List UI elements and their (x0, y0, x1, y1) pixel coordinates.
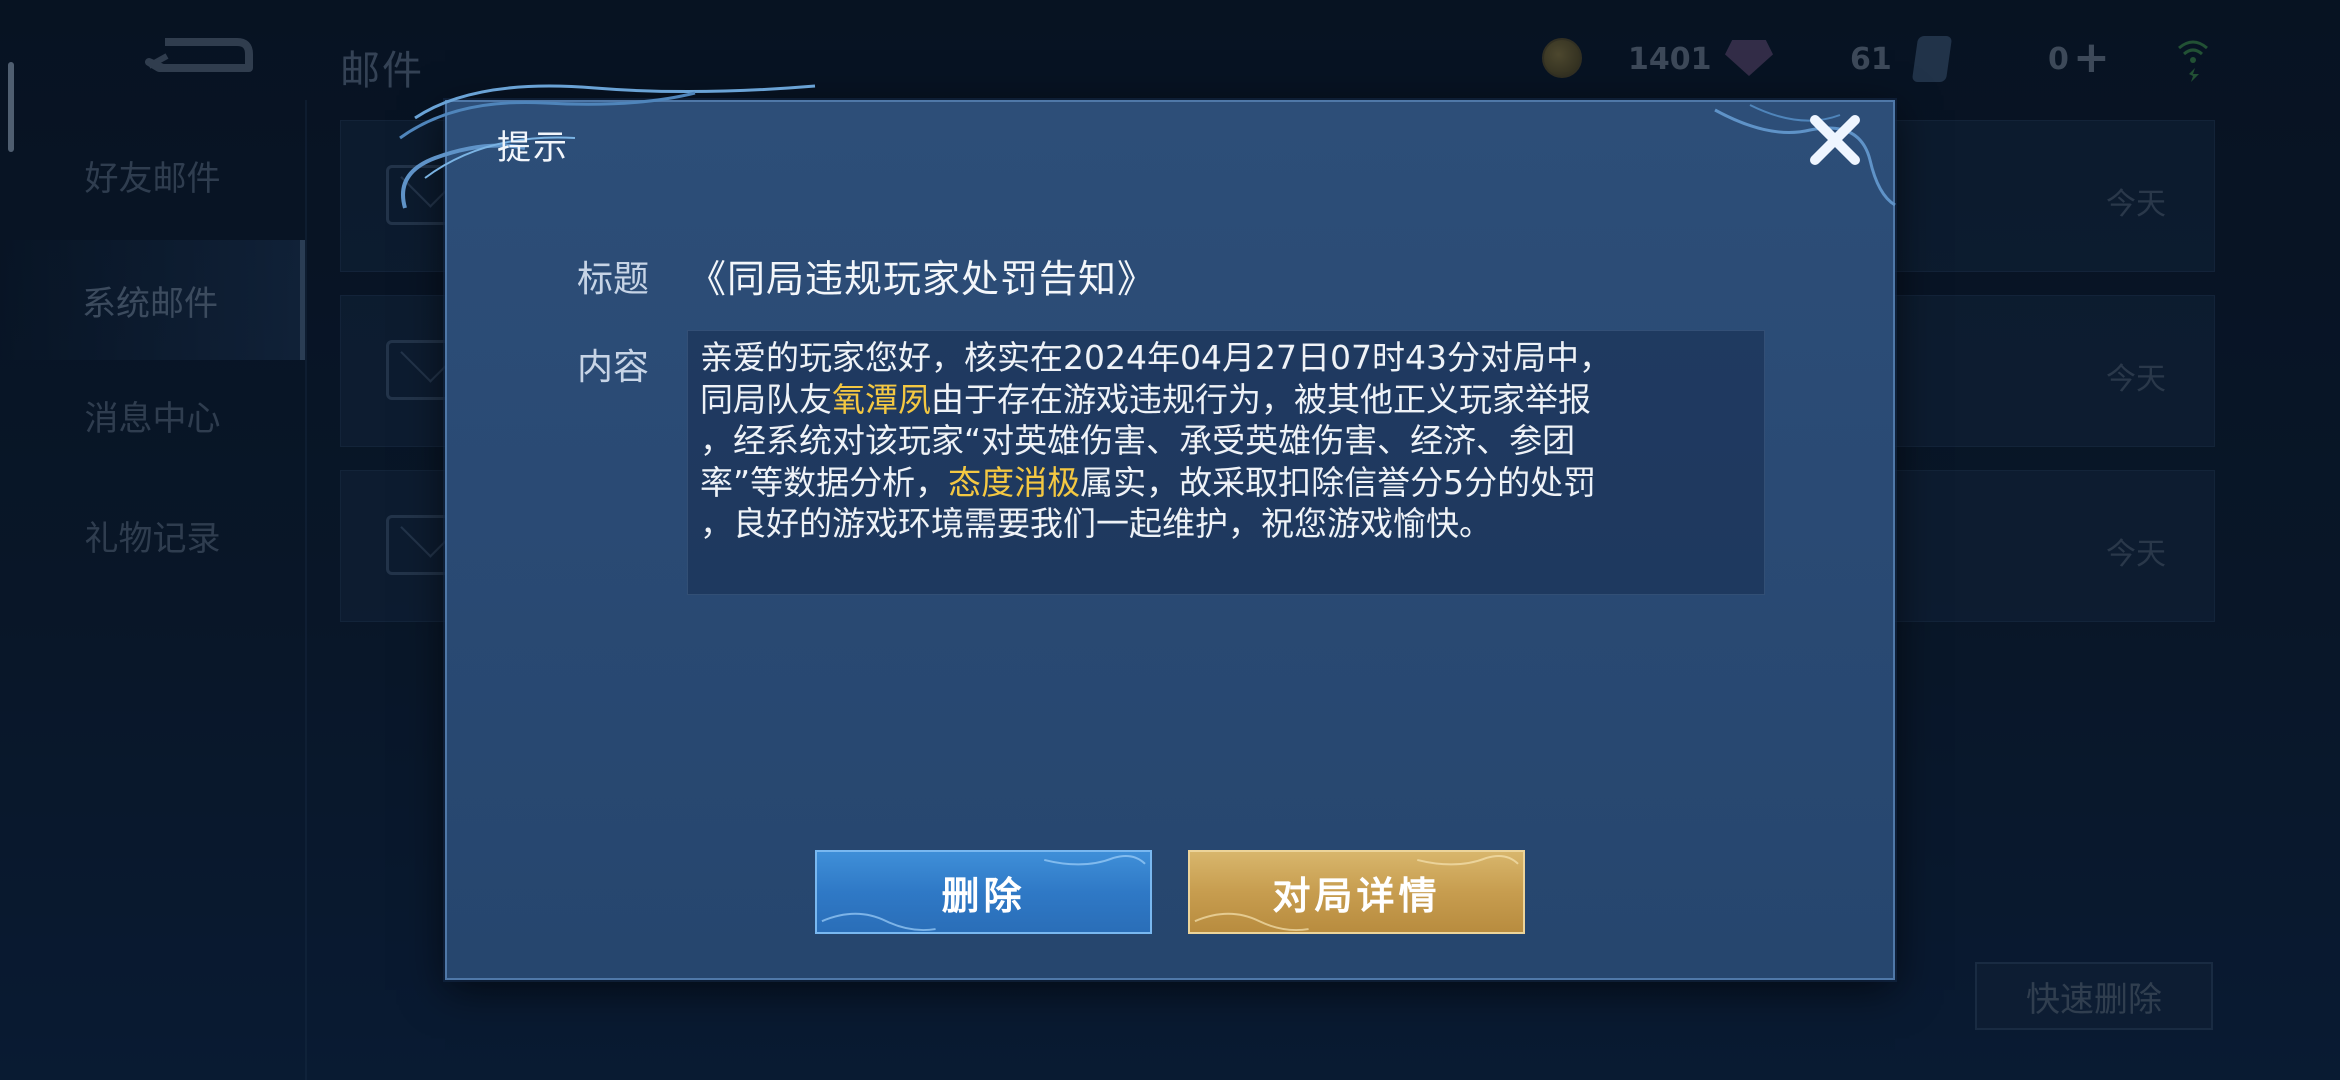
delete-button-label: 删除 (941, 873, 1026, 918)
dialog-ornament-left (399, 84, 816, 209)
dialog-title: 提示 (497, 128, 569, 168)
delete-button[interactable]: 删除 (815, 850, 1152, 934)
subject-label: 标题 (577, 259, 650, 300)
match-details-button-label: 对局详情 (1272, 873, 1441, 918)
highlighted-violation: 态度消极 (948, 462, 1081, 502)
content-line: ，经系统对该玩家“对英雄伤害、承受英雄伤害、经济、参团 (700, 421, 1576, 460)
content-line: 亲爱的玩家您好，核实在2024年04月27日07时43分对局中， (700, 338, 1612, 377)
mail-content: 亲爱的玩家您好，核实在2024年04月27日07时43分对局中， 同局队友氧潭夙… (687, 330, 1765, 595)
content-line: ，良好的游戏环境需要我们一起维护，祝您游戏愉快。 (700, 504, 1492, 543)
content-line: 同局队友氧潭夙由于存在游戏违规行为，被其他正义玩家举报 (700, 379, 1591, 419)
content-line: 率”等数据分析，态度消极属实，故采取扣除信誉分5分的处罚 (700, 462, 1597, 502)
match-details-button[interactable]: 对局详情 (1188, 850, 1525, 934)
content-label: 内容 (577, 347, 650, 388)
mail-subject: 《同局违规玩家处罚告知》 (688, 257, 1157, 301)
highlighted-player-name: 氧潭夙 (832, 379, 931, 419)
close-icon[interactable] (1805, 110, 1865, 170)
